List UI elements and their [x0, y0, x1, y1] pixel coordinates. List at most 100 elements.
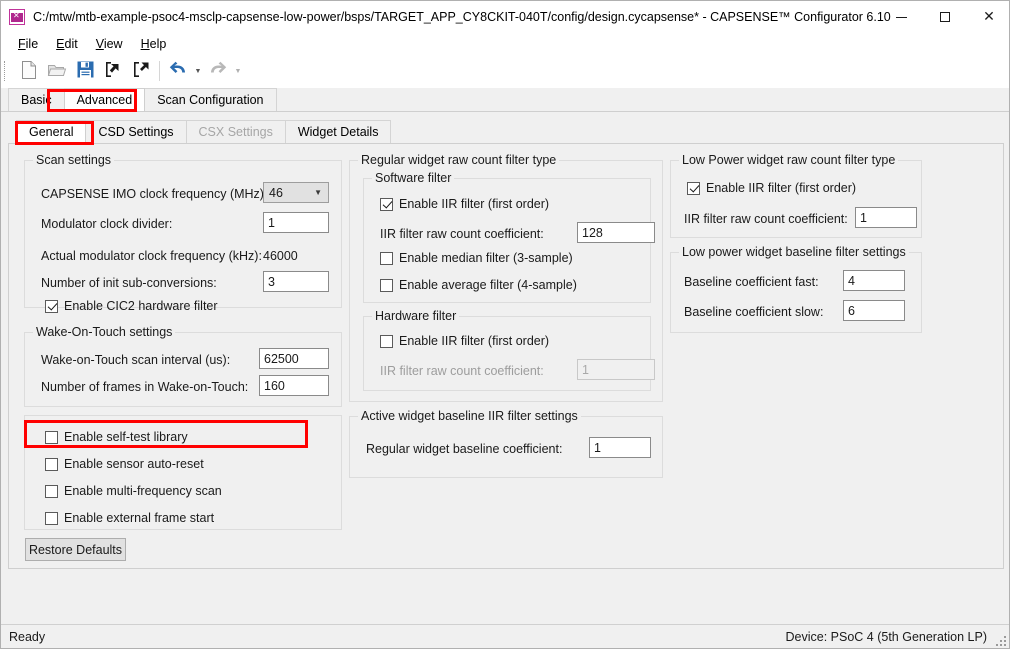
tab-csd-settings-label: CSD Settings: [98, 125, 174, 139]
checkbox-box: [45, 511, 58, 525]
wot-scan-interval-label: Wake-on-Touch scan interval (us):: [41, 353, 231, 367]
lp-iir-coefficient-label: IIR filter raw count coefficient:: [684, 212, 848, 226]
sw-iir-coefficient-label: IIR filter raw count coefficient:: [380, 227, 544, 241]
tab-basic-label: Basic: [21, 93, 52, 107]
baseline-slow-input[interactable]: 6: [843, 300, 905, 321]
software-filter-legend: Software filter: [372, 171, 455, 185]
export-icon: [132, 60, 151, 82]
primary-tabstrip: Basic Advanced Scan Configuration: [1, 88, 1009, 112]
tab-advanced[interactable]: Advanced: [63, 88, 146, 111]
tab-scan-configuration-label: Scan Configuration: [157, 93, 264, 107]
sw-iir-coefficient-input[interactable]: 128: [577, 222, 655, 243]
undo-button[interactable]: [164, 58, 192, 84]
import-icon: [104, 60, 123, 82]
menu-bar: File Edit View Help: [1, 33, 1009, 55]
checkbox-box: [687, 181, 700, 195]
checkbox-box: [380, 334, 393, 348]
baseline-slow-label: Baseline coefficient slow:: [684, 305, 824, 319]
toolbar: ▼ ▼: [1, 55, 1009, 88]
sw-enable-iir-filter-label: Enable IIR filter (first order): [399, 197, 550, 211]
wot-scan-interval-input[interactable]: 62500: [259, 348, 329, 369]
minimize-button[interactable]: [879, 1, 923, 33]
checkbox-box: [380, 197, 393, 211]
toolbar-separator: [159, 61, 160, 81]
low-power-raw-count-filter-group: Low Power widget raw count filter type E…: [670, 153, 922, 238]
tab-general[interactable]: General: [16, 120, 87, 143]
tab-csx-settings[interactable]: CSX Settings: [185, 120, 286, 143]
low-power-baseline-legend: Low power widget baseline filter setting…: [679, 245, 909, 259]
imo-clock-combo[interactable]: 46 ▼: [263, 182, 329, 203]
resize-grip[interactable]: [994, 634, 1006, 646]
menu-view[interactable]: View: [87, 35, 132, 53]
close-button[interactable]: ✕: [967, 1, 1009, 33]
hw-enable-iir-filter-checkbox[interactable]: Enable IIR filter (first order): [380, 334, 549, 348]
tab-basic[interactable]: Basic: [8, 88, 65, 111]
menu-file[interactable]: File: [9, 35, 47, 53]
enable-self-test-library-checkbox[interactable]: Enable self-test library: [45, 430, 188, 444]
tab-csx-settings-label: CSX Settings: [198, 125, 273, 139]
lp-iir-coefficient-input[interactable]: 1: [855, 207, 917, 228]
baseline-fast-label: Baseline coefficient fast:: [684, 275, 819, 289]
sw-enable-median-filter-checkbox[interactable]: Enable median filter (3-sample): [380, 251, 573, 265]
enable-multi-frequency-scan-checkbox[interactable]: Enable multi-frequency scan: [45, 484, 222, 498]
hw-enable-iir-filter-label: Enable IIR filter (first order): [399, 334, 550, 348]
hw-iir-coefficient-input[interactable]: 1: [577, 359, 655, 380]
redo-button[interactable]: [204, 58, 232, 84]
tab-widget-details-label: Widget Details: [297, 125, 379, 139]
low-power-baseline-group: Low power widget baseline filter setting…: [670, 245, 922, 333]
tab-csd-settings[interactable]: CSD Settings: [85, 120, 187, 143]
enable-cic2-hardware-filter-label: Enable CIC2 hardware filter: [64, 299, 218, 313]
restore-defaults-button[interactable]: Restore Defaults: [25, 538, 126, 561]
window-controls: ✕: [879, 1, 1009, 33]
chevron-down-icon: ▼: [314, 188, 322, 197]
modulator-divider-label: Modulator clock divider:: [41, 217, 173, 231]
active-baseline-legend: Active widget baseline IIR filter settin…: [358, 409, 581, 423]
sw-enable-average-filter-label: Enable average filter (4-sample): [399, 278, 577, 292]
save-file-button[interactable]: [71, 58, 99, 84]
enable-sensor-auto-reset-label: Enable sensor auto-reset: [64, 457, 204, 471]
baseline-fast-input[interactable]: 4: [843, 270, 905, 291]
init-subconversions-input[interactable]: 3: [263, 271, 329, 292]
wot-frames-label: Number of frames in Wake-on-Touch:: [41, 380, 249, 394]
toolbar-grip[interactable]: [4, 61, 11, 81]
scan-settings-legend: Scan settings: [33, 153, 115, 167]
undo-dropdown-arrow[interactable]: ▼: [192, 58, 204, 84]
sw-enable-iir-filter-checkbox[interactable]: Enable IIR filter (first order): [380, 197, 549, 211]
checkbox-box: [380, 278, 393, 292]
new-file-icon: [20, 60, 38, 83]
sw-enable-median-filter-label: Enable median filter (3-sample): [399, 251, 573, 265]
regular-baseline-coefficient-input[interactable]: 1: [589, 437, 651, 458]
advanced-general-panel: Scan settings CAPSENSE IMO clock frequen…: [8, 144, 1004, 569]
checkbox-box: [45, 299, 58, 313]
enable-external-frame-start-label: Enable external frame start: [64, 511, 215, 525]
enable-sensor-auto-reset-checkbox[interactable]: Enable sensor auto-reset: [45, 457, 204, 471]
redo-dropdown-arrow[interactable]: ▼: [232, 58, 244, 84]
title-bar: C:/mtw/mtb-example-psoc4-msclp-capsense-…: [1, 1, 1009, 33]
hw-iir-coefficient-label: IIR filter raw count coefficient:: [380, 364, 544, 378]
capsense-app-icon: [9, 9, 25, 25]
open-file-button[interactable]: [43, 58, 71, 84]
enable-cic2-hardware-filter-checkbox[interactable]: Enable CIC2 hardware filter: [45, 299, 218, 313]
wot-frames-input[interactable]: 160: [259, 375, 329, 396]
export-button[interactable]: [127, 58, 155, 84]
tab-widget-details[interactable]: Widget Details: [284, 120, 392, 143]
wake-on-touch-group: Wake-On-Touch settings Wake-on-Touch sca…: [24, 325, 342, 407]
modulator-divider-input[interactable]: 1: [263, 212, 329, 233]
tab-scan-configuration[interactable]: Scan Configuration: [144, 88, 277, 111]
open-folder-icon: [47, 61, 67, 82]
regular-widget-raw-count-filter-group: Regular widget raw count filter type Sof…: [349, 153, 663, 402]
enable-external-frame-start-checkbox[interactable]: Enable external frame start: [45, 511, 214, 525]
lp-enable-iir-filter-label: Enable IIR filter (first order): [706, 181, 857, 195]
menu-help[interactable]: Help: [132, 35, 176, 53]
import-button[interactable]: [99, 58, 127, 84]
new-file-button[interactable]: [15, 58, 43, 84]
active-widget-baseline-group: Active widget baseline IIR filter settin…: [349, 409, 663, 478]
menu-edit[interactable]: Edit: [47, 35, 87, 53]
init-subconversions-label: Number of init sub-conversions:: [41, 276, 217, 290]
sw-enable-average-filter-checkbox[interactable]: Enable average filter (4-sample): [380, 278, 577, 292]
lp-enable-iir-filter-checkbox[interactable]: Enable IIR filter (first order): [687, 181, 856, 195]
maximize-button[interactable]: [923, 1, 967, 33]
checkbox-box: [380, 251, 393, 265]
low-power-filter-legend: Low Power widget raw count filter type: [679, 153, 899, 167]
regular-baseline-coefficient-label: Regular widget baseline coefficient:: [366, 442, 563, 456]
